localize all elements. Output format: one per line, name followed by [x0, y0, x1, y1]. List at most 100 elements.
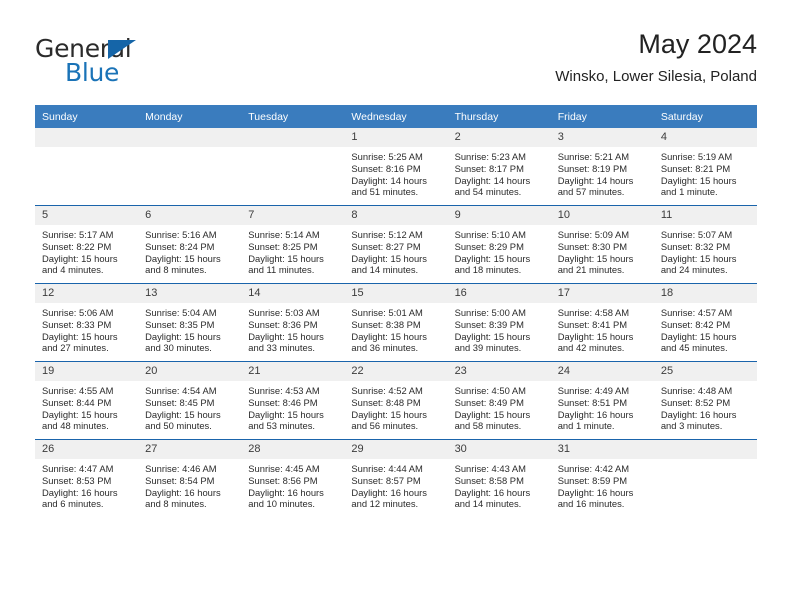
sunset-text: Sunset: 8:32 PM	[660, 240, 731, 252]
day-details: Sunrise: 5:09 AM Sunset: 8:30 PM Daylight:…	[551, 225, 654, 276]
calendar-day-cell-empty	[241, 128, 345, 206]
daylight-text: Daylight: 15 hours and 4 minutes.	[42, 252, 118, 276]
calendar-day-cell[interactable]: 10 Sunrise: 5:09 AM Sunset: 8:30 PM Dayligh…	[550, 205, 654, 284]
calendar-day-cell[interactable]: 12 Sunrise: 5:06 AM Sunset: 8:33 PM Dayligh…	[35, 283, 139, 362]
weekday-header-sunday: Sunday	[35, 105, 139, 128]
day-number: 1	[344, 128, 448, 147]
sunrise-text: Sunrise: 5:10 AM	[454, 229, 526, 240]
daylight-text: Daylight: 16 hours and 3 minutes.	[660, 408, 737, 432]
day-details: Sunrise: 5:16 AM Sunset: 8:24 PM Daylight:…	[138, 225, 241, 276]
page-header: General Blue May 2024 Winsko, Lower Sile…	[35, 28, 757, 96]
calendar-week-row: 26 Sunrise: 4:47 AM Sunset: 8:53 PM Dayligh…	[35, 439, 757, 517]
calendar-day-cell[interactable]: 25 Sunrise: 4:48 AM Sunset: 8:52 PM Dayligh…	[653, 361, 757, 440]
calendar-day-cell[interactable]: 16 Sunrise: 5:00 AM Sunset: 8:39 PM Dayligh…	[447, 283, 551, 362]
sunrise-text: Sunrise: 5:14 AM	[248, 229, 320, 240]
day-details: Sunrise: 5:21 AM Sunset: 8:19 PM Daylight:…	[551, 147, 654, 198]
calendar-day-cell[interactable]: 15 Sunrise: 5:01 AM Sunset: 8:38 PM Dayligh…	[344, 283, 448, 362]
title-block: May 2024 Winsko, Lower Silesia, Poland	[555, 28, 757, 88]
calendar-day-cell[interactable]: 4 Sunrise: 5:19 AM Sunset: 8:21 PM Daylight…	[653, 128, 757, 206]
calendar-day-cell[interactable]: 2 Sunrise: 5:23 AM Sunset: 8:17 PM Daylight…	[447, 128, 551, 206]
day-number: 5	[35, 206, 139, 225]
calendar-day-cell[interactable]: 26 Sunrise: 4:47 AM Sunset: 8:53 PM Dayligh…	[35, 439, 139, 517]
daylight-text: Daylight: 15 hours and 14 minutes.	[351, 252, 427, 276]
day-number: 3	[550, 128, 654, 147]
daylight-text: Daylight: 15 hours and 1 minute.	[660, 174, 737, 198]
calendar-day-cell[interactable]: 27 Sunrise: 4:46 AM Sunset: 8:54 PM Dayligh…	[138, 439, 242, 517]
day-number: 31	[550, 440, 654, 459]
sunrise-text: Sunrise: 4:45 AM	[248, 463, 320, 474]
weekday-header-wednesday: Wednesday	[344, 105, 448, 128]
calendar-day-cell-empty	[35, 128, 139, 206]
daylight-text: Daylight: 14 hours and 51 minutes.	[351, 174, 427, 198]
day-number: 15	[344, 284, 448, 303]
calendar-day-cell[interactable]: 17 Sunrise: 4:58 AM Sunset: 8:41 PM Dayligh…	[550, 283, 654, 362]
sunrise-text: Sunrise: 4:49 AM	[557, 385, 630, 396]
daylight-text: Daylight: 14 hours and 54 minutes.	[454, 174, 531, 198]
calendar-day-cell[interactable]: 13 Sunrise: 5:04 AM Sunset: 8:35 PM Dayligh…	[138, 283, 242, 362]
brand-logo[interactable]: General Blue	[35, 34, 255, 90]
sunrise-text: Sunrise: 5:19 AM	[660, 151, 733, 162]
day-number: 20	[138, 362, 242, 381]
day-number: 22	[344, 362, 448, 381]
calendar-day-cell[interactable]: 19 Sunrise: 4:55 AM Sunset: 8:44 PM Dayligh…	[35, 361, 139, 440]
calendar-day-cell[interactable]: 5 Sunrise: 5:17 AM Sunset: 8:22 PM Daylight…	[35, 205, 139, 284]
calendar-day-cell[interactable]: 3 Sunrise: 5:21 AM Sunset: 8:19 PM Daylight…	[550, 128, 654, 206]
day-details: Sunrise: 5:10 AM Sunset: 8:29 PM Daylight:…	[448, 225, 551, 276]
day-number: 26	[35, 440, 139, 459]
sunrise-text: Sunrise: 5:00 AM	[454, 307, 526, 318]
sunset-text: Sunset: 8:57 PM	[351, 474, 421, 486]
weekday-header-saturday: Saturday	[653, 105, 757, 128]
sunrise-text: Sunrise: 4:50 AM	[454, 385, 526, 396]
sunrise-text: Sunrise: 5:01 AM	[351, 307, 423, 318]
weekday-header-tuesday: Tuesday	[241, 105, 345, 128]
calendar-day-cell[interactable]: 24 Sunrise: 4:49 AM Sunset: 8:51 PM Dayligh…	[550, 361, 654, 440]
calendar-day-cell[interactable]: 31 Sunrise: 4:42 AM Sunset: 8:59 PM Dayligh…	[550, 439, 654, 517]
calendar-day-cell[interactable]: 9 Sunrise: 5:10 AM Sunset: 8:29 PM Daylight…	[447, 205, 551, 284]
calendar-day-cell[interactable]: 6 Sunrise: 5:16 AM Sunset: 8:24 PM Daylight…	[138, 205, 242, 284]
sunset-text: Sunset: 8:45 PM	[145, 396, 215, 408]
day-details: Sunrise: 5:14 AM Sunset: 8:25 PM Daylight:…	[241, 225, 344, 276]
calendar-day-cell[interactable]: 11 Sunrise: 5:07 AM Sunset: 8:32 PM Dayligh…	[653, 205, 757, 284]
calendar-day-cell[interactable]: 28 Sunrise: 4:45 AM Sunset: 8:56 PM Dayligh…	[241, 439, 345, 517]
daylight-text: Daylight: 16 hours and 6 minutes.	[42, 486, 118, 510]
daylight-text: Daylight: 15 hours and 39 minutes.	[454, 330, 531, 354]
day-number: 8	[344, 206, 448, 225]
calendar-day-cell[interactable]: 14 Sunrise: 5:03 AM Sunset: 8:36 PM Dayligh…	[241, 283, 345, 362]
calendar-day-cell[interactable]: 18 Sunrise: 4:57 AM Sunset: 8:42 PM Dayligh…	[653, 283, 757, 362]
day-number: 12	[35, 284, 139, 303]
calendar-week-row: 19 Sunrise: 4:55 AM Sunset: 8:44 PM Dayligh…	[35, 361, 757, 440]
sunset-text: Sunset: 8:52 PM	[660, 396, 731, 408]
day-number: 21	[241, 362, 345, 381]
calendar-day-cell[interactable]: 8 Sunrise: 5:12 AM Sunset: 8:27 PM Daylight…	[344, 205, 448, 284]
day-number: 17	[550, 284, 654, 303]
day-number: 9	[447, 206, 551, 225]
daylight-text: Daylight: 15 hours and 24 minutes.	[660, 252, 737, 276]
calendar-day-cell[interactable]: 23 Sunrise: 4:50 AM Sunset: 8:49 PM Dayligh…	[447, 361, 551, 440]
sunrise-text: Sunrise: 4:57 AM	[660, 307, 733, 318]
calendar-day-cell[interactable]: 22 Sunrise: 4:52 AM Sunset: 8:48 PM Dayligh…	[344, 361, 448, 440]
daylight-text: Daylight: 16 hours and 14 minutes.	[454, 486, 531, 510]
calendar-day-cell[interactable]: 1 Sunrise: 5:25 AM Sunset: 8:16 PM Daylight…	[344, 128, 448, 206]
day-details: Sunrise: 5:17 AM Sunset: 8:22 PM Daylight:…	[35, 225, 138, 276]
sunset-text: Sunset: 8:53 PM	[42, 474, 112, 486]
day-details: Sunrise: 4:47 AM Sunset: 8:53 PM Daylight:…	[35, 459, 138, 510]
day-number: 14	[241, 284, 345, 303]
weekday-header-monday: Monday	[138, 105, 242, 128]
calendar-day-cell[interactable]: 7 Sunrise: 5:14 AM Sunset: 8:25 PM Daylight…	[241, 205, 345, 284]
day-number: 19	[35, 362, 139, 381]
calendar-day-cell[interactable]: 20 Sunrise: 4:54 AM Sunset: 8:45 PM Dayligh…	[138, 361, 242, 440]
day-details: Sunrise: 5:01 AM Sunset: 8:38 PM Daylight:…	[344, 303, 447, 354]
sunrise-text: Sunrise: 5:04 AM	[145, 307, 217, 318]
sunset-text: Sunset: 8:24 PM	[145, 240, 215, 252]
sunset-text: Sunset: 8:27 PM	[351, 240, 421, 252]
day-details: Sunrise: 5:25 AM Sunset: 8:16 PM Daylight:…	[344, 147, 447, 198]
sunrise-text: Sunrise: 4:42 AM	[557, 463, 630, 474]
calendar-day-cell[interactable]: 29 Sunrise: 4:44 AM Sunset: 8:57 PM Dayligh…	[344, 439, 448, 517]
sunset-text: Sunset: 8:17 PM	[454, 162, 524, 174]
calendar-day-cell[interactable]: 30 Sunrise: 4:43 AM Sunset: 8:58 PM Dayligh…	[447, 439, 551, 517]
calendar-day-cell[interactable]: 21 Sunrise: 4:53 AM Sunset: 8:46 PM Dayligh…	[241, 361, 345, 440]
calendar-week-row: 5 Sunrise: 5:17 AM Sunset: 8:22 PM Daylight…	[35, 205, 757, 284]
sunrise-text: Sunrise: 5:07 AM	[660, 229, 733, 240]
sunrise-text: Sunrise: 5:17 AM	[42, 229, 114, 240]
sunset-text: Sunset: 8:44 PM	[42, 396, 112, 408]
